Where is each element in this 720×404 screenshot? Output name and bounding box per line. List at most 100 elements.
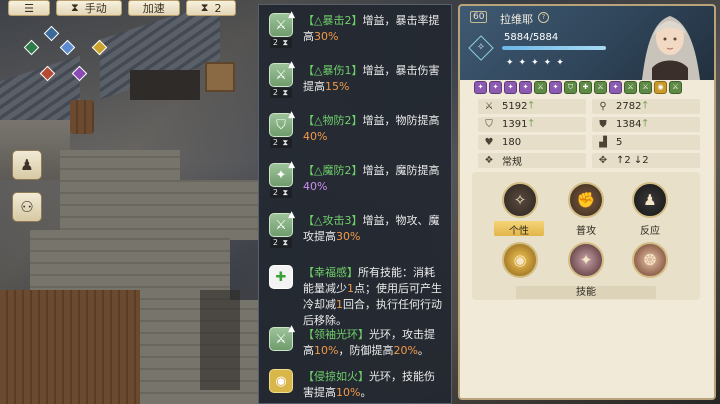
building-doorway: [130, 70, 200, 100]
trait-icon[interactable]: ✦: [609, 81, 622, 94]
sword-buff-icon: ⚔ ▲: [269, 10, 295, 37]
character-name: 拉维耶: [500, 13, 533, 26]
trait-icon[interactable]: ✦: [504, 81, 517, 94]
turn-count: 2: [214, 1, 222, 15]
buff-value: 40%: [303, 180, 328, 193]
buff-value: 10%: [314, 344, 339, 357]
buff-item: ⛉ ▲ 2 ⧗ 【△物防2】增益，物防提高 40%: [259, 110, 451, 148]
trait-icon[interactable]: ⚔: [669, 81, 682, 94]
trait-icon[interactable]: ⛉: [564, 81, 577, 94]
personality-label: 个性: [509, 226, 529, 237]
buff-desc: 增益，魔防提高: [362, 164, 440, 177]
star-icon: ✦: [556, 58, 569, 68]
buff-list-panel[interactable]: ⚔ ▲ 2 ⧗ 【△暴击2】增益，暴击率提高30% ⚔ ▲ 2 ⧗ 【△暴伤1】增益…: [258, 4, 452, 404]
buff-tag: 【△物防2】: [303, 114, 363, 127]
stat-value: 5192: [502, 101, 528, 112]
skills-section-label: 技能: [516, 286, 656, 299]
trait-icon[interactable]: ⚔: [624, 81, 637, 94]
magic-shield-buff-icon: ✦ ▲: [269, 160, 295, 187]
buff-desc: 。: [360, 386, 372, 399]
speed-label: 加速: [142, 2, 165, 15]
arrow-up-icon: 🡑: [642, 100, 648, 111]
star-icon: ✦: [543, 58, 557, 68]
stat-value: 5: [616, 137, 623, 148]
buff-turns: 2 ⧗: [269, 88, 293, 98]
stone-wall: [140, 300, 258, 404]
trait-icon[interactable]: ◉: [654, 81, 667, 94]
buff-item: ⚔ ▲ 2 ⧗ 【△攻击3】增益，物攻、魔攻提高30%: [259, 210, 451, 248]
party-button[interactable]: ⚇: [12, 192, 42, 222]
auto-toggle-label: 手动: [84, 2, 107, 15]
buff-value: 10%: [336, 386, 361, 399]
stat-value: 1391: [502, 119, 528, 130]
hourglass-icon: ⧗: [200, 1, 209, 14]
hourglass-icon: ⧗: [71, 1, 79, 14]
counter-skill-button[interactable]: ♟: [632, 182, 668, 218]
fire-aura-icon: ◉: [269, 369, 293, 393]
auto-toggle-button[interactable]: ⧗ 手动: [56, 0, 122, 16]
info-icon[interactable]: ?: [538, 12, 549, 23]
buff-turns: 2 ⧗: [269, 188, 293, 198]
buff-turns: 2 ⧗: [269, 38, 293, 48]
stat-physical-defense: ⛉ 1391 🡑: [478, 117, 586, 132]
wall-shadow: [200, 290, 240, 390]
buff-item: ✚ 【幸福感】所有技能：消耗能量减少1点；使用后可产生冷却减1回合，执行任何行动…: [259, 263, 451, 329]
trait-icon[interactable]: ⚔: [534, 81, 547, 94]
buff-item: ⚔ ▲ 2 ⧗ 【△暴伤1】增益，暴击伤害提高15%: [259, 60, 451, 98]
buff-tag: 【幸福感】: [303, 266, 358, 279]
stat-physical-attack: ⚔ 5192 🡑: [478, 99, 586, 114]
buff-value: 40%: [303, 130, 328, 143]
buff-item: ✦ ▲ 2 ⧗ 【△魔防2】增益，魔防提高 40%: [259, 160, 451, 198]
skill-1-button[interactable]: ◉: [502, 242, 538, 278]
happiness-icon: ✚: [269, 265, 293, 289]
skill-3-button[interactable]: ❂: [632, 242, 668, 278]
battle-top-bar: ☰ ⧗ 手动 加速 ⧗ 2: [8, 0, 237, 16]
range-icon: ✥: [598, 154, 608, 166]
stat-movement: ▟ 5: [592, 135, 700, 150]
stat-value: 1384: [616, 119, 642, 130]
sword-icon: ⚔: [484, 100, 494, 112]
hp-value: 5884/5884: [504, 32, 559, 43]
arrow-up-icon: 🡑: [642, 118, 648, 129]
menu-button[interactable]: ☰: [8, 0, 50, 16]
buff-value: 15%: [325, 80, 350, 93]
trait-icon[interactable]: ✚: [579, 81, 592, 94]
trait-icon[interactable]: ✦: [474, 81, 487, 94]
buff-turns: 2 ⧗: [269, 238, 293, 248]
star-icon: ✦: [506, 58, 519, 68]
trait-icon[interactable]: ⚔: [639, 81, 652, 94]
character-header: 60 拉维耶 ? ✧ 5884/5884 ✦✦✦✦✦: [460, 6, 714, 80]
stat-element: ❖ 常规: [478, 153, 586, 168]
buff-value: 30%: [314, 30, 339, 43]
normal-attack-button[interactable]: ✊: [568, 182, 604, 218]
buff-value: 1: [347, 282, 354, 295]
wooden-stairs: [0, 290, 140, 404]
attack-buff-icon: ⚔ ▲: [269, 210, 295, 237]
hp-bar-fill: [502, 46, 606, 50]
personality-skill-button[interactable]: ✧: [502, 182, 538, 218]
heart-icon: ♥: [484, 136, 494, 148]
trait-icon[interactable]: ✦: [549, 81, 562, 94]
stat-skill: ♥ 180: [478, 135, 586, 150]
buff-value: 20%: [393, 344, 418, 357]
staff-icon: ⚲: [599, 100, 607, 112]
speed-button[interactable]: 加速: [127, 0, 180, 16]
buff-desc: 增益，物防提高: [362, 114, 440, 127]
trait-icon[interactable]: ✦: [489, 81, 502, 94]
buff-turns: 2 ⧗: [269, 138, 293, 148]
skill-2-button[interactable]: ✦: [568, 242, 604, 278]
normal-attack-label: 普攻: [576, 226, 596, 237]
buff-tag: 【侵掠如火】: [303, 370, 369, 383]
element-icon: ❖: [484, 154, 494, 166]
buff-tag: 【△魔防2】: [303, 164, 363, 177]
stat-value: 2782: [616, 101, 642, 112]
buff-item: ◉ 【侵掠如火】光环，技能伤害提高10%。: [259, 367, 451, 401]
level-badge: 60: [470, 11, 488, 23]
trait-icon-row: ✦ ✦ ✦ ✦ ⚔ ✦ ⛉ ✚ ⚔ ✦ ⚔ ⚔ ◉ ⚔: [474, 81, 682, 94]
party-icon: ⚇: [20, 198, 34, 216]
trait-icon[interactable]: ⚔: [594, 81, 607, 94]
trait-icon[interactable]: ✦: [519, 81, 532, 94]
character-info-button[interactable]: ♟: [12, 150, 42, 180]
arrow-up-icon: 🡑: [528, 100, 534, 111]
star-icon: ✦: [531, 58, 544, 68]
